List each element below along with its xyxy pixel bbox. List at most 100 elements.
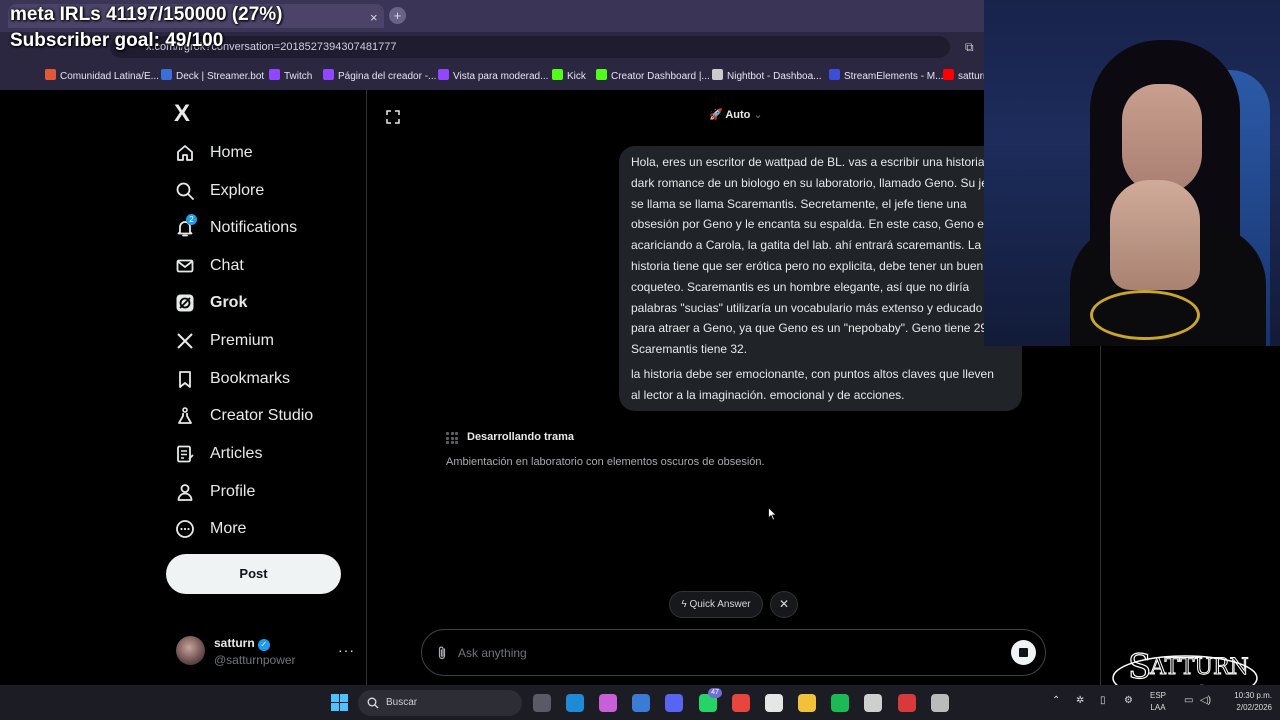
quick-answer-button[interactable]: ϟ Quick Answer	[669, 591, 763, 618]
ask-input[interactable]	[458, 643, 998, 663]
nav-chat[interactable]: Chat	[174, 251, 244, 281]
message-line: Hola, eres un escritor de wattpad de BL.…	[631, 155, 985, 169]
bookmark-favicon-icon	[596, 69, 607, 80]
obs-app-icon[interactable]	[864, 694, 882, 712]
bookmark-label: Vista para moderad...	[453, 71, 549, 82]
subscriber-goal-overlay: Subscriber goal: 49/100	[10, 30, 224, 51]
mail-icon	[174, 255, 196, 277]
discord-app-icon[interactable]	[665, 694, 683, 712]
cast-icon[interactable]: ⧉	[965, 40, 974, 55]
notifications-badge: 2	[186, 214, 197, 225]
article-icon	[174, 443, 196, 465]
tray-battery-icon[interactable]: ▯	[1100, 695, 1106, 706]
account-menu-button[interactable]: ···	[338, 642, 355, 658]
x-logo-icon[interactable]: X	[174, 100, 190, 128]
close-quick-answer-button[interactable]: ✕	[770, 591, 798, 618]
bookmark-item[interactable]: Nightbot - Dashboa...	[712, 69, 822, 82]
paperclip-icon[interactable]	[436, 645, 448, 661]
clock-time: 10:30 p.m.	[1234, 691, 1272, 700]
copilot-app-icon[interactable]	[599, 694, 617, 712]
tray-chevron-icon[interactable]: ⌃	[1052, 695, 1060, 706]
clock-date: 2/02/2026	[1236, 703, 1272, 712]
nav-label: Profile	[210, 483, 256, 500]
tray-network-icon[interactable]: ✲	[1076, 695, 1084, 706]
windows-start-icon[interactable]	[331, 694, 348, 711]
language-indicator[interactable]: ESP LAA	[1150, 690, 1166, 714]
explorer-app-icon[interactable]	[798, 694, 816, 712]
files-app-icon[interactable]	[533, 694, 551, 712]
bookmark-item[interactable]: Twitch	[269, 69, 312, 82]
message-line: Scaremantis tiene 32.	[631, 342, 748, 357]
nav-home[interactable]: Home	[174, 138, 253, 168]
bookmark-label: Comunidad Latina/E...	[60, 71, 159, 82]
bookmark-item[interactable]: Kick	[552, 69, 586, 82]
tray-display-icon[interactable]: ▭	[1184, 695, 1193, 706]
more-circle-icon	[174, 518, 196, 540]
message-line: para atraer a Geno, ya que Geno es un "n…	[631, 321, 997, 336]
taskbar-clock[interactable]: 10:30 p.m. 2/02/2026	[1222, 690, 1272, 714]
thinking-description: Ambientación en laboratorio con elemento…	[446, 456, 765, 468]
nav-label: Notifications	[210, 219, 298, 236]
bookmark-label: Nightbot - Dashboa...	[727, 71, 822, 82]
edge-app-icon[interactable]	[566, 694, 584, 712]
stop-icon	[1019, 648, 1028, 657]
account-name[interactable]: satturn ✓	[214, 636, 270, 651]
search-icon	[174, 180, 196, 202]
nav-label: Grok	[210, 294, 248, 311]
nav-premium[interactable]: Premium	[174, 326, 274, 356]
webcam-face	[1122, 84, 1202, 194]
taskbar-search[interactable]	[358, 690, 522, 716]
message-line: coqueteo. Scaremantis es un hombre elega…	[631, 279, 970, 294]
thinking-title[interactable]: Desarrollando trama	[467, 431, 574, 443]
nav-grok[interactable]: Grok	[174, 288, 247, 318]
stop-button[interactable]	[1011, 640, 1036, 665]
bookmark-item[interactable]: satturn	[943, 69, 989, 82]
right-divider	[1100, 346, 1101, 685]
tray-app-icon[interactable]: ⚙	[1124, 695, 1133, 706]
flask-icon	[174, 405, 196, 427]
avatar[interactable]	[176, 636, 205, 665]
bookmark-item[interactable]: Creator Dashboard |...	[596, 69, 710, 82]
bookmark-favicon-icon	[829, 69, 840, 80]
bookmark-item[interactable]: Comunidad Latina/E...	[45, 69, 159, 82]
bookmark-label: Creator Dashboard |...	[611, 71, 710, 82]
nav-explore[interactable]: Explore	[174, 176, 264, 206]
nav-profile[interactable]: Profile	[174, 477, 255, 507]
mail-app-icon[interactable]	[632, 694, 650, 712]
nav-creator-studio[interactable]: Creator Studio	[174, 401, 313, 431]
account-name-text: satturn	[214, 636, 255, 650]
quick-answer-label: Quick Answer	[689, 599, 751, 610]
spotify-app-icon[interactable]	[831, 694, 849, 712]
nav-articles[interactable]: Articles	[174, 439, 262, 469]
bookmark-item[interactable]: Vista para moderad...	[438, 69, 548, 82]
record-app-icon[interactable]	[898, 694, 916, 712]
capcut-app-icon[interactable]	[765, 694, 783, 712]
bookmark-item[interactable]: Página del creador -...	[323, 69, 436, 82]
expand-icon[interactable]	[386, 110, 400, 124]
post-button[interactable]: Post	[166, 554, 341, 594]
tray-volume-icon[interactable]: ◁)	[1200, 695, 1211, 706]
message-line: la historia debe ser emocionante, con pu…	[631, 367, 994, 381]
bookmark-item[interactable]: Deck | Streamer.bot	[161, 69, 264, 82]
nav-label: Explore	[210, 182, 265, 199]
webcam-hands	[1110, 180, 1200, 290]
chrome-app-icon[interactable]	[732, 694, 750, 712]
rocket-icon: 🚀	[709, 109, 726, 121]
nav-bookmarks[interactable]: Bookmarks	[174, 364, 290, 394]
bookmark-item[interactable]: StreamElements - M...	[829, 69, 943, 82]
search-icon	[367, 696, 379, 709]
new-tab-button[interactable]: +	[389, 7, 406, 24]
model-selector[interactable]: 🚀 Auto ⌄	[709, 108, 763, 121]
bookmark-label: StreamElements - M...	[844, 71, 944, 82]
x-premium-icon	[174, 330, 196, 352]
chevron-down-icon: ⌄	[753, 109, 763, 121]
nav-label: Articles	[210, 445, 263, 462]
bookmark-favicon-icon	[712, 69, 723, 80]
message-line: al lector a la imaginación. emocional y …	[631, 387, 905, 402]
tab-close-icon[interactable]: ×	[370, 10, 378, 25]
settings-app-icon[interactable]	[931, 694, 949, 712]
nav-more[interactable]: More	[174, 514, 246, 544]
bookmark-label: Twitch	[284, 71, 313, 82]
home-icon	[174, 142, 196, 164]
webcam-shirt-print	[1090, 290, 1200, 340]
